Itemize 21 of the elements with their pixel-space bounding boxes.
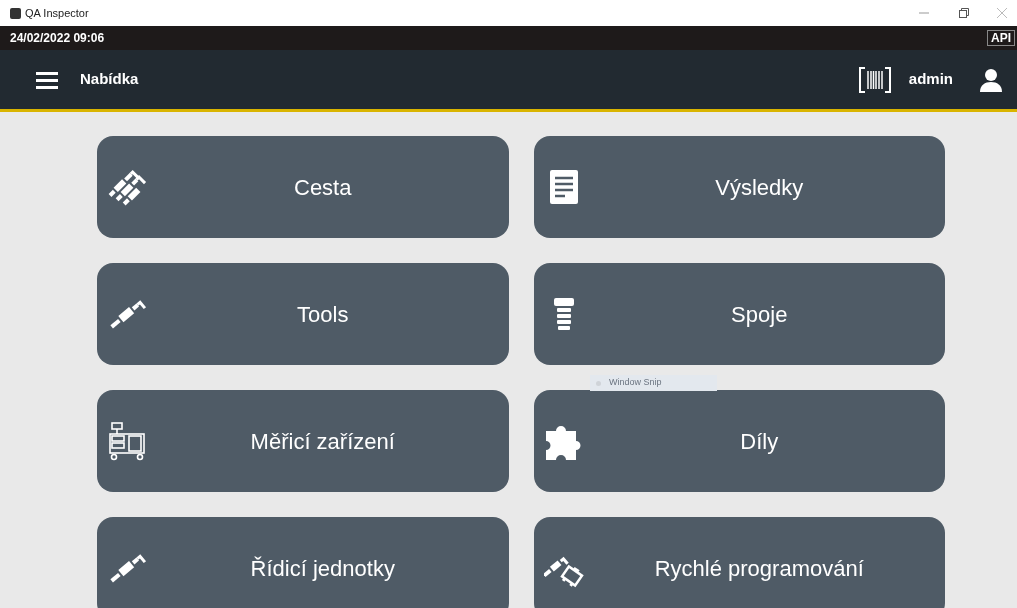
menu-tile[interactable]: Rychlé programování — [533, 517, 945, 608]
user-icon[interactable] — [979, 67, 1003, 92]
menu-tile[interactable]: Cesta — [97, 136, 509, 238]
app-logo-icon — [10, 7, 21, 19]
barcode-scan-icon[interactable] — [858, 66, 891, 93]
menu-tile[interactable]: Tools — [97, 263, 509, 365]
menu-tile[interactable]: Měřicí zařízení — [97, 390, 509, 492]
menu-tile[interactable]: Řídicí jednotky — [97, 517, 509, 608]
menu-tile[interactable]: Výsledky — [533, 136, 945, 238]
pipes-icon — [107, 167, 147, 207]
username-text[interactable]: admin — [908, 68, 953, 91]
window-title: QA Inspector — [25, 5, 89, 21]
menu-icon[interactable] — [36, 70, 58, 89]
header-title: Nabídka — [80, 69, 139, 90]
menu-tile[interactable]: Spoje — [533, 263, 945, 365]
restore-icon[interactable] — [959, 8, 969, 18]
menu-tile[interactable]: Díly — [533, 390, 945, 492]
api-badge: API — [987, 30, 1015, 46]
tooltip-text: Window Snip — [609, 376, 662, 390]
measuring-cart-icon — [107, 421, 147, 461]
datetime-text: 24/02/2022 09:06 — [10, 30, 105, 47]
